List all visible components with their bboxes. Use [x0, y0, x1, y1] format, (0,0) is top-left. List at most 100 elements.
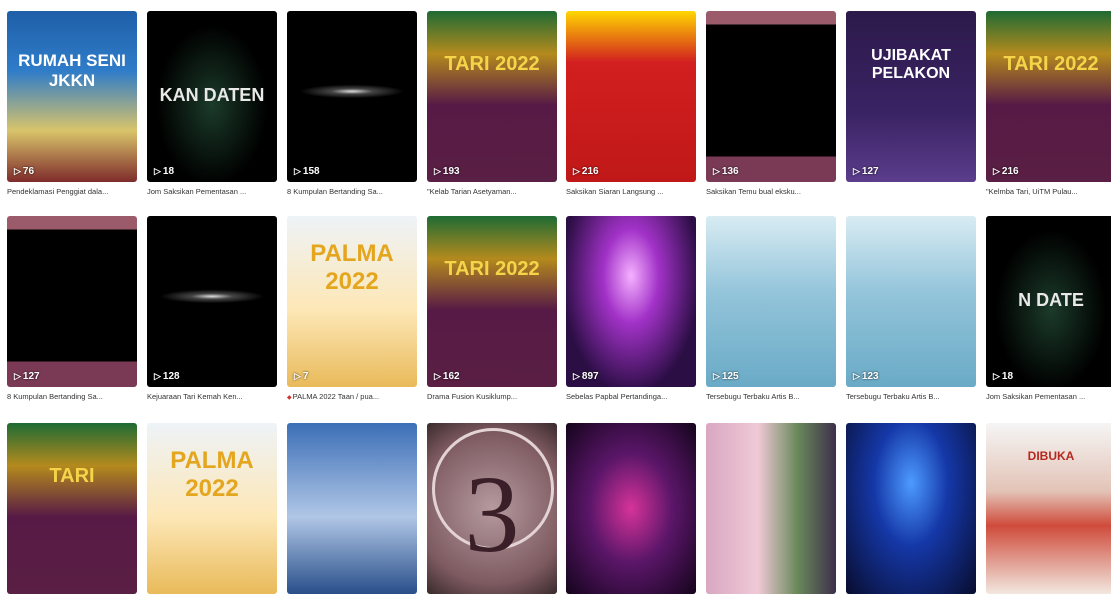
video-caption[interactable]: 8 Kumpulan Bertanding Sa...: [7, 392, 137, 403]
video-caption[interactable]: Kejuaraan Tari Kemah Ken...: [147, 392, 277, 403]
video-caption[interactable]: 8 Kumpulan Bertanding Sa...: [287, 187, 417, 198]
view-count: ▷ 128: [154, 371, 180, 382]
video-thumbnail[interactable]: [566, 423, 696, 594]
video-caption[interactable]: Drama Fusion Kusiklump...: [427, 392, 557, 403]
video-caption-text: Kejuaraan Tari Kemah Ken...: [147, 392, 243, 401]
video-caption[interactable]: Saksikan Temu bual eksku...: [706, 187, 836, 198]
video-caption[interactable]: Pendeklamasi Penggiat dala...: [7, 187, 137, 198]
video-caption[interactable]: Tersebugu Terbaku Artis B...: [706, 392, 836, 403]
view-count-number: 158: [302, 166, 320, 177]
video-tile[interactable]: ▷ 897 Sebelas Papbal Pertandinga...: [566, 216, 696, 403]
video-thumbnail[interactable]: ▷ 158: [287, 11, 417, 182]
video-tile[interactable]: PALMA 2022 ▷ 7 ◆PALMA 2022 Taan / pua...: [287, 216, 417, 403]
countdown-number: 3: [464, 453, 520, 575]
view-count-number: 128: [162, 371, 180, 382]
view-count: ▷ 18: [154, 166, 174, 177]
video-tile[interactable]: ▷ 158 8 Kumpulan Bertanding Sa...: [287, 11, 417, 198]
poster-title: DIBUKA: [1027, 449, 1075, 463]
video-caption[interactable]: "Kelab Tarian Asetyaman...: [427, 187, 557, 198]
video-thumbnail[interactable]: ▷ 136: [706, 11, 836, 182]
view-count-number: 127: [861, 166, 879, 177]
video-thumbnail[interactable]: DIBUKA: [986, 423, 1111, 594]
video-caption[interactable]: Jom Saksikan Pementasan ...: [986, 392, 1111, 403]
view-count: ▷ 136: [713, 166, 739, 177]
view-count: ▷ 127: [853, 166, 879, 177]
play-icon: ▷: [713, 166, 720, 176]
video-tile[interactable]: UJIBAKAT PELAKON ▷ 127: [846, 11, 976, 198]
poster-title: RUMAH SENI JKKN: [18, 51, 126, 90]
view-count: ▷ 162: [434, 371, 460, 382]
video-tile[interactable]: ▷ 127 8 Kumpulan Bertanding Sa...: [7, 216, 137, 403]
play-icon: ▷: [853, 166, 860, 176]
play-icon: ▷: [573, 166, 580, 176]
poster-title: UJIBAKAT PELAKON: [871, 47, 951, 82]
view-count-number: 216: [581, 166, 599, 177]
video-tile[interactable]: DIBUKA: [986, 423, 1111, 594]
video-thumbnail[interactable]: TARI 2022 ▷ 162: [427, 216, 557, 387]
view-count: ▷ 125: [713, 371, 739, 382]
video-caption[interactable]: [846, 187, 976, 198]
video-thumbnail[interactable]: ▷ 123: [846, 216, 976, 387]
view-count-number: 216: [1001, 166, 1019, 177]
video-caption[interactable]: "Kelmba Tari, UiTM Pulau...: [986, 187, 1111, 198]
poster-title: TARI 2022: [444, 258, 540, 280]
video-caption-text: Drama Fusion Kusiklump...: [427, 392, 518, 401]
video-caption[interactable]: Jom Saksikan Pementasan ...: [147, 187, 277, 198]
video-thumbnail[interactable]: TARI 2022 ▷ 193: [427, 11, 557, 182]
video-caption[interactable]: Tersebugu Terbaku Artis B...: [846, 392, 976, 403]
video-tile[interactable]: 3: [427, 423, 557, 594]
video-caption[interactable]: ◆PALMA 2022 Taan / pua...: [287, 392, 417, 403]
video-tile[interactable]: TARI 2022 ▷ 162 Drama Fusion Kusiklump...: [427, 216, 557, 403]
video-tile[interactable]: ▷ 123 Tersebugu Terbaku Artis B...: [846, 216, 976, 403]
video-tile[interactable]: RUMAH SENI JKKN ▷ 76 Pendeklamasi Penggiat …: [7, 11, 137, 198]
video-thumbnail[interactable]: N DATE ▷ 18: [986, 216, 1111, 387]
video-thumbnail[interactable]: [846, 423, 976, 594]
video-thumbnail[interactable]: ▷ 125: [706, 216, 836, 387]
play-icon: ▷: [853, 371, 860, 381]
video-thumbnail[interactable]: ▷ 897: [566, 216, 696, 387]
video-tile[interactable]: [566, 423, 696, 594]
view-count: ▷ 216: [573, 166, 599, 177]
poster-title: TARI: [49, 465, 95, 487]
video-tile[interactable]: [846, 423, 976, 594]
video-tile[interactable]: [706, 423, 836, 594]
pin-icon: ◆: [287, 395, 292, 401]
video-tile[interactable]: ▷ 128 Kejuaraan Tari Kemah Ken...: [147, 216, 277, 403]
video-thumbnail[interactable]: 3: [427, 423, 557, 594]
video-thumbnail[interactable]: KAN DATEN ▷ 18: [147, 11, 277, 182]
video-tile[interactable]: TARI 2022 ▷ 216 "Kelmba Tari, UiTM Pulau...: [986, 11, 1111, 198]
video-tile[interactable]: PALMA 2022: [147, 423, 277, 594]
poster-title: N DATE: [1018, 290, 1084, 310]
poster-title: TARI 2022: [444, 53, 540, 75]
video-thumbnail[interactable]: [706, 423, 836, 594]
play-icon: ▷: [573, 371, 580, 381]
video-grid: RUMAH SENI JKKN ▷ 76 Pendeklamasi Penggiat …: [0, 0, 1111, 594]
video-thumbnail[interactable]: ▷ 216: [566, 11, 696, 182]
video-thumbnail[interactable]: RUMAH SENI JKKN ▷ 76: [7, 11, 137, 182]
video-thumbnail[interactable]: PALMA 2022 ▷ 7: [287, 216, 417, 387]
video-tile[interactable]: TARI 2022 ▷ 193 "Kelab Tarian Asetyaman...: [427, 11, 557, 198]
video-tile[interactable]: ▷ 216 Saksikan Siaran Langsung ...: [566, 11, 696, 198]
video-tile[interactable]: [287, 423, 417, 594]
video-caption-text: "Kelab Tarian Asetyaman...: [427, 187, 517, 196]
view-count: ▷ 7: [294, 371, 308, 382]
video-tile[interactable]: ▷ 125 Tersebugu Terbaku Artis B...: [706, 216, 836, 403]
view-count-number: 162: [442, 371, 460, 382]
video-thumbnail[interactable]: ▷ 128: [147, 216, 277, 387]
view-count: ▷ 216: [993, 166, 1019, 177]
video-thumbnail[interactable]: TARI 2022 ▷ 216: [986, 11, 1111, 182]
video-thumbnail[interactable]: TARI: [7, 423, 137, 594]
video-thumbnail[interactable]: UJIBAKAT PELAKON ▷ 127: [846, 11, 976, 182]
video-tile[interactable]: TARI: [7, 423, 137, 594]
video-caption[interactable]: Sebelas Papbal Pertandinga...: [566, 392, 696, 403]
view-count-number: 897: [581, 371, 599, 382]
video-tile[interactable]: KAN DATEN ▷ 18 Jom Saksikan Pementasan ...: [147, 11, 277, 198]
video-tile[interactable]: ▷ 136 Saksikan Temu bual eksku...: [706, 11, 836, 198]
video-tile[interactable]: N DATE ▷ 18 Jom Saksikan Pementasan ...: [986, 216, 1111, 403]
video-caption[interactable]: Saksikan Siaran Langsung ...: [566, 187, 696, 198]
video-caption-text: PALMA 2022 Taan / pua...: [292, 392, 380, 401]
video-thumbnail[interactable]: [287, 423, 417, 594]
video-thumbnail[interactable]: PALMA 2022: [147, 423, 277, 594]
video-thumbnail[interactable]: ▷ 127: [7, 216, 137, 387]
video-caption-text: Saksikan Temu bual eksku...: [706, 187, 801, 196]
